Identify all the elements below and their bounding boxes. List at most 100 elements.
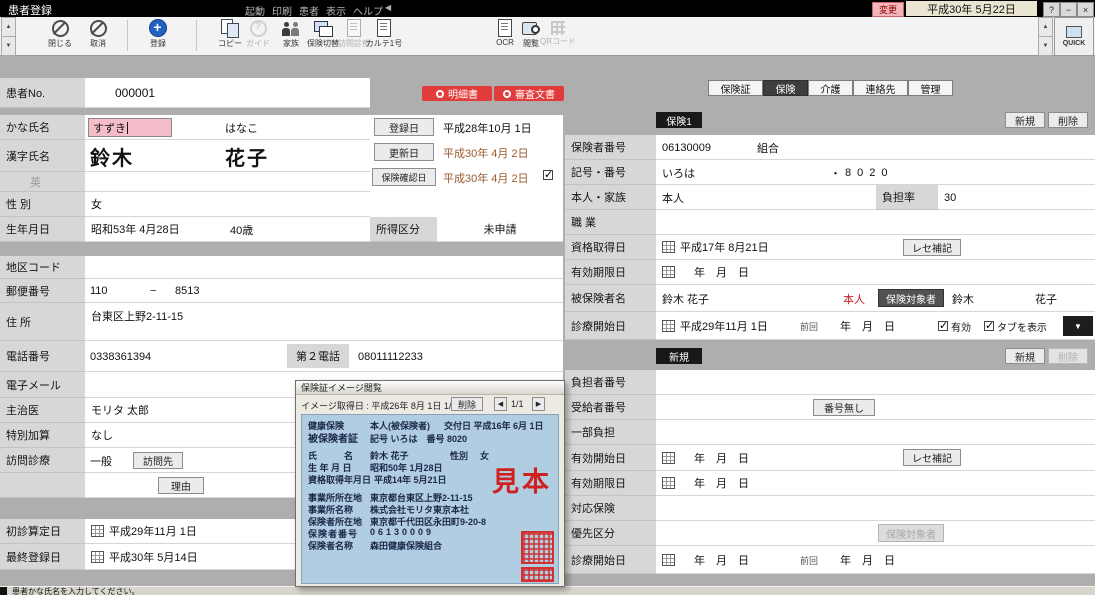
english-name-field[interactable] (85, 172, 370, 192)
recipient-field[interactable] (656, 395, 1095, 420)
target-button[interactable]: 保険対象者 (878, 289, 944, 307)
popup-titlebar[interactable]: 保険証イメージ閲覧 (296, 381, 564, 395)
relation-value[interactable]: 本人 (662, 185, 684, 210)
menu-start[interactable]: 起動 (245, 3, 265, 18)
shinsa-button[interactable]: 審査文書 (494, 86, 564, 101)
close-button[interactable]: × (1077, 2, 1094, 17)
partial-field[interactable] (656, 420, 1095, 445)
expiry-field[interactable]: 年 月 日 (656, 260, 1095, 285)
toolbar-register[interactable]: 登録 (136, 19, 180, 53)
start-date-value[interactable]: 平成29年11月 1日 (680, 318, 768, 334)
toolbar-scroll-up-icon[interactable]: ▲ (1038, 17, 1053, 37)
menu-collapse-icon[interactable]: ◀ (385, 3, 391, 12)
qual-date-field[interactable]: 平成17年 8月21日 (656, 235, 1095, 260)
calendar-icon[interactable] (662, 266, 675, 278)
valid-checkbox[interactable]: 有効 (938, 312, 971, 340)
menu-patient[interactable]: 患者 (299, 3, 319, 18)
popup-delete-button[interactable]: 削除 (451, 397, 483, 411)
calendar-icon[interactable] (662, 241, 675, 253)
no-number-button[interactable]: 番号無し (813, 399, 875, 416)
reason-button[interactable]: 理由 (158, 477, 204, 494)
income-field[interactable]: 未申請 (437, 217, 563, 242)
start-date2-ymd-placeholder[interactable]: 年 月 日 (694, 552, 749, 568)
toolbar-scroll-down-icon[interactable]: ▼ (1, 36, 16, 56)
tel-input[interactable]: 0338361394 (90, 341, 151, 372)
insurance-card-viewer-window[interactable]: 保険証イメージ閲覧 イメージ取得日 : 平成26年 8月 1日 1/1 削除 1… (295, 380, 565, 587)
kanji-mei-input[interactable]: 花子 (225, 140, 269, 172)
menu-view[interactable]: 表示 (326, 3, 346, 18)
toolbar-insurance-switch[interactable]: 保険切替 (308, 19, 338, 53)
change-button[interactable]: 変更 (872, 2, 904, 17)
rese-button-2[interactable]: レセ補記 (903, 449, 961, 466)
priority-field[interactable] (656, 521, 1095, 546)
menu-help[interactable]: ヘルプ (353, 3, 383, 18)
first-calc-value[interactable]: 平成29年11月 1日 (109, 523, 197, 539)
calendar-icon[interactable] (91, 551, 104, 563)
toolbar-karte[interactable]: カルテ1号 (369, 19, 399, 53)
tab-display-checkbox-label: タブを表示 (997, 319, 1047, 334)
section1-delete-button[interactable]: 削除 (1048, 112, 1088, 128)
tab-renrakusaki[interactable]: 連絡先 (853, 80, 908, 96)
expiry2-field[interactable]: 年 月 日 (656, 471, 1095, 496)
calendar-icon[interactable] (662, 452, 675, 464)
tab-kaigo[interactable]: 介護 (808, 80, 853, 96)
zip-field[interactable] (85, 279, 563, 303)
reg-date-button[interactable]: 登録日 (374, 118, 434, 136)
valid-start-field[interactable]: 年 月 日 (656, 445, 1095, 471)
insured-name-field[interactable] (656, 285, 1095, 312)
upd-date-button[interactable]: 更新日 (374, 143, 434, 161)
section1-new-button[interactable]: 新規 (1005, 112, 1045, 128)
prev-page-button[interactable] (494, 397, 507, 411)
sex-field[interactable]: 女 (85, 192, 370, 217)
calendar-icon[interactable] (662, 477, 675, 489)
minimize-button[interactable]: − (1060, 2, 1077, 17)
tab-kanri[interactable]: 管理 (908, 80, 953, 96)
expiry-ymd-placeholder[interactable]: 年 月 日 (694, 264, 749, 280)
patient-no-field[interactable]: 000001 (85, 78, 370, 108)
insured-name-value[interactable]: 鈴木 花子 (662, 285, 709, 312)
insurer-number-value[interactable]: 06130009 (662, 135, 711, 160)
address-field[interactable]: 台東区上野2-11-15 (85, 303, 563, 341)
last-reg-value[interactable]: 平成30年 5月14日 (109, 549, 198, 565)
tab-hokensho[interactable]: 保険証 (708, 80, 763, 96)
insurance-dropdown-icon[interactable] (1063, 316, 1093, 336)
expiry2-ymd-placeholder[interactable]: 年 月 日 (694, 475, 749, 491)
meisai-button[interactable]: 明細書 (422, 86, 492, 101)
insurer-field[interactable] (656, 135, 1095, 160)
symbol-value[interactable]: いろは (662, 160, 695, 185)
district-field[interactable] (85, 256, 563, 279)
calendar-icon[interactable] (662, 320, 675, 332)
tab-display-checkbox[interactable]: タブを表示 (984, 312, 1047, 340)
linked-field[interactable] (656, 496, 1095, 521)
valid-start-ymd-placeholder[interactable]: 年 月 日 (694, 450, 749, 466)
qual-date-value[interactable]: 平成17年 8月21日 (680, 239, 769, 255)
kana-sei-input[interactable]: すずき (88, 118, 172, 137)
menu-print[interactable]: 印刷 (272, 3, 292, 18)
job-field[interactable] (656, 210, 1095, 235)
rese-button[interactable]: レセ補記 (903, 239, 961, 256)
number-value[interactable]: 8020 (845, 160, 893, 185)
next-page-button[interactable] (532, 397, 545, 411)
quick-button[interactable]: QUICK (1054, 17, 1094, 56)
zip2-input[interactable]: 8513 (175, 279, 199, 303)
zip1-input[interactable]: 110 (90, 279, 108, 303)
help-button[interactable]: ? (1043, 2, 1060, 17)
kanji-sei-input[interactable]: 鈴木 (90, 140, 134, 172)
toolbar-scroll-up-icon[interactable]: ▲ (1, 17, 16, 37)
birth-field[interactable]: 昭和53年 4月28日 (85, 217, 370, 242)
tel2-input[interactable]: 08011112233 (358, 341, 423, 372)
toolbar-copy[interactable]: コピー (215, 19, 245, 53)
calendar-icon[interactable] (91, 525, 104, 537)
toolbar-family[interactable]: 家族 (276, 19, 306, 53)
tab-hoken[interactable]: 保険 (763, 80, 808, 96)
visit-dest-button[interactable]: 訪問先 (133, 452, 183, 469)
toolbar-scroll-down-icon[interactable]: ▼ (1038, 36, 1053, 56)
section2-new-button[interactable]: 新規 (1005, 348, 1045, 364)
toolbar-cancel[interactable]: 取消 (76, 19, 120, 53)
ins-check-checkbox[interactable] (543, 170, 553, 180)
calendar-icon[interactable] (662, 554, 675, 566)
ins-check-button[interactable]: 保険確認日 (372, 168, 436, 186)
burden-value[interactable]: 30 (944, 185, 956, 210)
payer-field[interactable] (656, 370, 1095, 395)
kana-mei-input[interactable]: はなこ (225, 115, 258, 140)
